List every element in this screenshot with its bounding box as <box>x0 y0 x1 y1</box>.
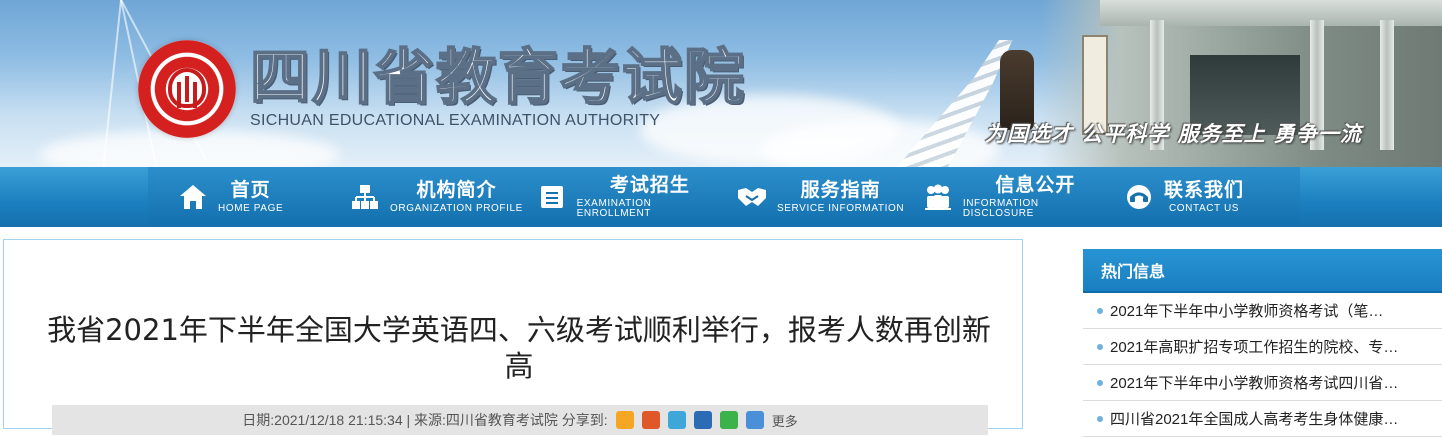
site-title-cn: 四川省教育考试院 <box>249 43 746 113</box>
sidebar-heading: 热门信息 <box>1083 249 1442 293</box>
bullet-icon <box>1097 343 1103 350</box>
handshake-icon <box>735 182 769 212</box>
share-wechat-icon[interactable] <box>719 411 738 429</box>
list-item-text: 2021年下半年中小学教师资格考试（笔… <box>1110 303 1384 320</box>
bullet-icon <box>1097 307 1103 314</box>
list-item[interactable]: 2021年高职扩招专项工作招生的院校、专… <box>1083 329 1442 365</box>
people-icon <box>922 182 955 212</box>
share-renren-icon[interactable] <box>693 411 712 429</box>
document-list-icon <box>536 182 569 212</box>
nav-item-home[interactable]: 首页 HOME PAGE <box>148 167 338 227</box>
list-item-text: 2021年高职扩招专项工作招生的院校、专… <box>1110 339 1399 356</box>
list-item[interactable]: 2021年下半年中小学教师资格考试四川省… <box>1083 365 1442 401</box>
nav-item-organization[interactable]: 机构简介 ORGANIZATION PROFILE <box>338 167 528 227</box>
share-weibo-icon[interactable] <box>641 411 660 429</box>
nav-label: 机构简介 <box>416 179 497 201</box>
bullet-icon <box>1097 379 1103 386</box>
hot-info-list: 2021年下半年中小学教师资格考试（笔… 2021年高职扩招专项工作招生的院校、… <box>1083 293 1442 437</box>
nav-sublabel: EXAMINATION ENROLLMENT <box>576 197 652 219</box>
list-item-text: 2021年下半年中小学教师资格考试四川省… <box>1110 375 1399 392</box>
nav-sublabel: ORGANIZATION PROFILE <box>390 202 523 214</box>
nav-item-info-disclosure[interactable]: 信息公开 INFORMATION DISCLOSURE <box>908 167 1108 227</box>
nav-sublabel: CONTACT US <box>1168 202 1240 214</box>
nav-label: 首页 <box>230 179 271 201</box>
header-banner: 四川省教育考试院 SICHUAN EDUCATIONAL EXAMINATION… <box>0 0 1442 167</box>
nav-label: 考试招生 <box>609 174 690 196</box>
contact-icon <box>1122 182 1156 212</box>
slogan: 为国选才 公平科学 服务至上 勇争一流 <box>985 121 1362 146</box>
nav-label: 联系我们 <box>1164 179 1245 201</box>
article-meta: 日期:2021/12/18 21:15:34 | 来源:四川省教育考试院 分享到… <box>52 405 988 435</box>
nav-item-service-guide[interactable]: 服务指南 SERVICE INFORMATION <box>723 167 908 227</box>
share-tencent-icon[interactable] <box>667 411 686 429</box>
share-more-icon[interactable] <box>745 411 764 429</box>
share-qzone-icon[interactable] <box>615 411 634 429</box>
site-title-en: SICHUAN EDUCATIONAL EXAMINATION AUTHORIT… <box>250 112 661 129</box>
hot-info-sidebar: 热门信息 2021年下半年中小学教师资格考试（笔… 2021年高职扩招专项工作招… <box>1083 249 1442 437</box>
nav-item-contact-us[interactable]: 联系我们 CONTACT US <box>1108 167 1288 227</box>
site-logo-seal[interactable] <box>138 40 236 138</box>
nav-sublabel: HOME PAGE <box>218 202 284 214</box>
nav-item-exam-enrollment[interactable]: 考试招生 EXAMINATION ENROLLMENT <box>528 167 723 227</box>
nav-sublabel: INFORMATION DISCLOSURE <box>962 197 1039 219</box>
nav-label: 信息公开 <box>995 174 1076 196</box>
org-chart-icon <box>348 182 382 212</box>
nav-label: 服务指南 <box>800 179 881 201</box>
article-panel: 我省2021年下半年全国大学英语四、六级考试顺利举行，报考人数再创新高 日期:2… <box>3 239 1023 435</box>
main-nav: 首页 HOME PAGE 机构简介 ORGANIZATION PROFILE 考试招… <box>0 167 1442 227</box>
home-icon <box>176 182 210 212</box>
list-item[interactable]: 四川省2021年全国成人高考考生身体健康… <box>1083 401 1442 437</box>
list-item[interactable]: 2021年下半年中小学教师资格考试（笔… <box>1083 293 1442 329</box>
article-meta-text: 日期:2021/12/18 21:15:34 | 来源:四川省教育考试院 分享到… <box>242 412 608 428</box>
article-title: 我省2021年下半年全国大学英语四、六级考试顺利举行，报考人数再创新高 <box>47 313 991 383</box>
share-more-link[interactable]: 更多 <box>772 411 798 430</box>
nav-sublabel: SERVICE INFORMATION <box>777 202 905 214</box>
